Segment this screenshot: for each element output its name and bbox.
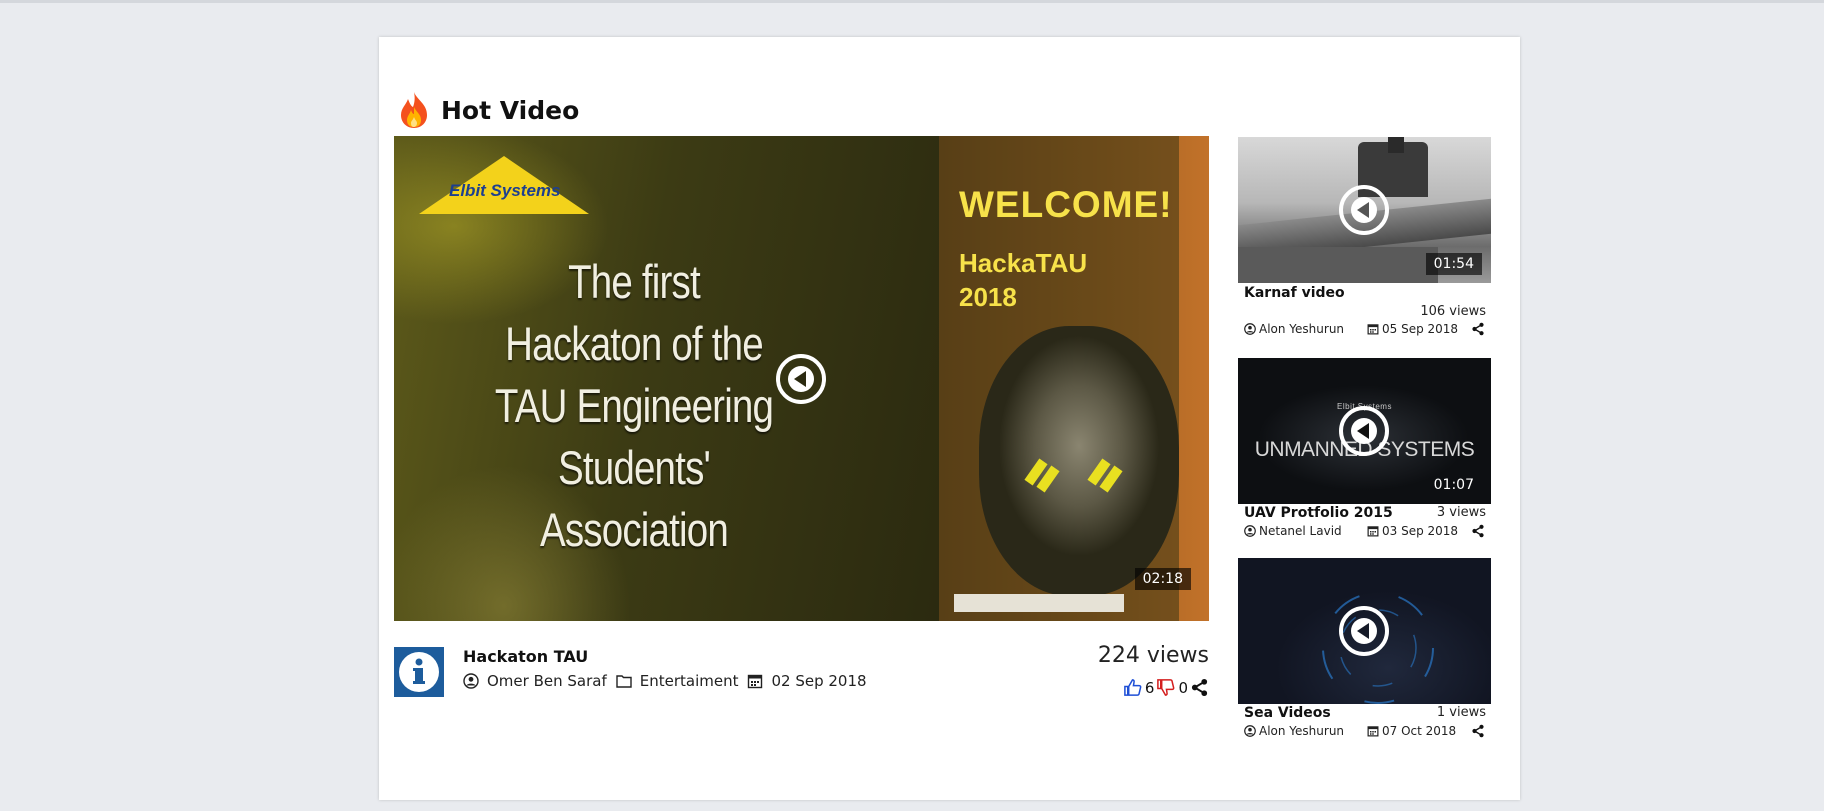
side-video-author[interactable]: Alon Yeshurun: [1259, 724, 1344, 738]
side-video-meta: Alon Yeshurun 07 Oct 2018: [1244, 724, 1485, 738]
section-title: Hot Video: [441, 95, 580, 125]
side-video-title[interactable]: Karnaf video: [1244, 285, 1345, 301]
user-icon: [1244, 323, 1256, 335]
dislike-count: 0: [1178, 678, 1188, 697]
side-video-author[interactable]: Netanel Lavid: [1259, 524, 1342, 538]
section-header: Hot Video: [397, 91, 579, 129]
video-duration: 02:18: [1134, 568, 1191, 590]
side-video-thumbnail[interactable]: [1238, 558, 1491, 704]
video-date: 02 Sep 2018: [771, 672, 867, 690]
side-video-meta: Alon Yeshurun 05 Sep 2018: [1244, 322, 1485, 336]
share-icon[interactable]: [1471, 524, 1485, 538]
info-icon: [394, 647, 444, 697]
side-video-views: 1 views: [1436, 705, 1486, 720]
side-video-item[interactable]: Sea Videos 1 views Alon Yeshurun 07 Oct …: [1238, 558, 1491, 748]
rating-row: 6 0: [1123, 678, 1209, 697]
calendar-icon: [1367, 726, 1379, 737]
thumbs-up-icon[interactable]: [1123, 678, 1142, 697]
share-icon[interactable]: [1471, 322, 1485, 336]
hot-video-panel: Hot Video Elbit Systems The first Hackat…: [379, 37, 1520, 800]
poster-face: [979, 326, 1179, 596]
thumbnail-welcome: WELCOME!: [959, 184, 1173, 225]
side-video-item[interactable]: 01:54 Karnaf video 106 views Alon Yeshur…: [1238, 137, 1491, 347]
svg-text:Elbit Systems: Elbit Systems: [449, 181, 561, 200]
share-icon[interactable]: [1471, 724, 1485, 738]
share-icon[interactable]: [1190, 678, 1209, 697]
thumbnail-event: HackaTAU 2018: [959, 248, 1088, 312]
play-button[interactable]: [1339, 606, 1389, 656]
video-meta: Omer Ben Saraf Entertaiment 02 Sep 2018: [463, 672, 876, 690]
flame-icon: [401, 92, 427, 128]
side-video-title[interactable]: Sea Videos: [1244, 705, 1331, 721]
like-count: 6: [1144, 678, 1155, 697]
video-duration: 01:07: [1433, 477, 1474, 493]
side-video-thumbnail[interactable]: Elbit Systems UNMANNED SYSTEMS 01:07: [1238, 358, 1491, 504]
user-icon: [1244, 725, 1256, 737]
side-video-title[interactable]: UAV Protfolio 2015: [1244, 505, 1393, 521]
side-video-date: 03 Sep 2018: [1382, 524, 1459, 538]
side-video-item[interactable]: Elbit Systems UNMANNED SYSTEMS 01:07 UAV…: [1238, 358, 1491, 548]
play-button[interactable]: [776, 354, 826, 404]
video-author[interactable]: Omer Ben Saraf: [487, 672, 607, 690]
calendar-icon: [1367, 324, 1379, 335]
side-video-date: 07 Oct 2018: [1382, 724, 1457, 738]
side-video-views: 3 views: [1436, 505, 1486, 520]
play-button[interactable]: [1339, 406, 1389, 456]
play-icon: [1351, 418, 1377, 444]
calendar-icon: [1367, 526, 1379, 537]
side-video-thumbnail[interactable]: 01:54: [1238, 137, 1491, 283]
side-video-date: 05 Sep 2018: [1382, 322, 1459, 336]
side-video-meta: Netanel Lavid 03 Sep 2018: [1244, 524, 1485, 538]
thumbnail-headline: The first Hackaton of the TAU Engineerin…: [494, 255, 774, 556]
thumbs-down-icon[interactable]: [1156, 678, 1175, 697]
main-video-player[interactable]: Elbit Systems The first Hackaton of the …: [394, 136, 1209, 621]
video-title[interactable]: Hackaton TAU: [463, 647, 588, 666]
side-video-author[interactable]: Alon Yeshurun: [1259, 322, 1344, 336]
side-video-views: 106 views: [1420, 304, 1486, 319]
video-category[interactable]: Entertaiment: [640, 672, 739, 690]
user-icon: [463, 673, 479, 689]
brand-logo: Elbit Systems: [419, 156, 589, 214]
video-duration: 01:54: [1425, 253, 1482, 275]
top-bar: [0, 0, 1824, 3]
poster-strip: [954, 594, 1124, 612]
video-views: 224 views: [1097, 643, 1209, 668]
play-icon: [1351, 197, 1377, 223]
play-icon: [788, 366, 814, 392]
play-icon: [1351, 618, 1377, 644]
folder-icon: [616, 675, 632, 688]
user-icon: [1244, 525, 1256, 537]
calendar-icon: [748, 674, 763, 689]
play-button[interactable]: [1339, 185, 1389, 235]
